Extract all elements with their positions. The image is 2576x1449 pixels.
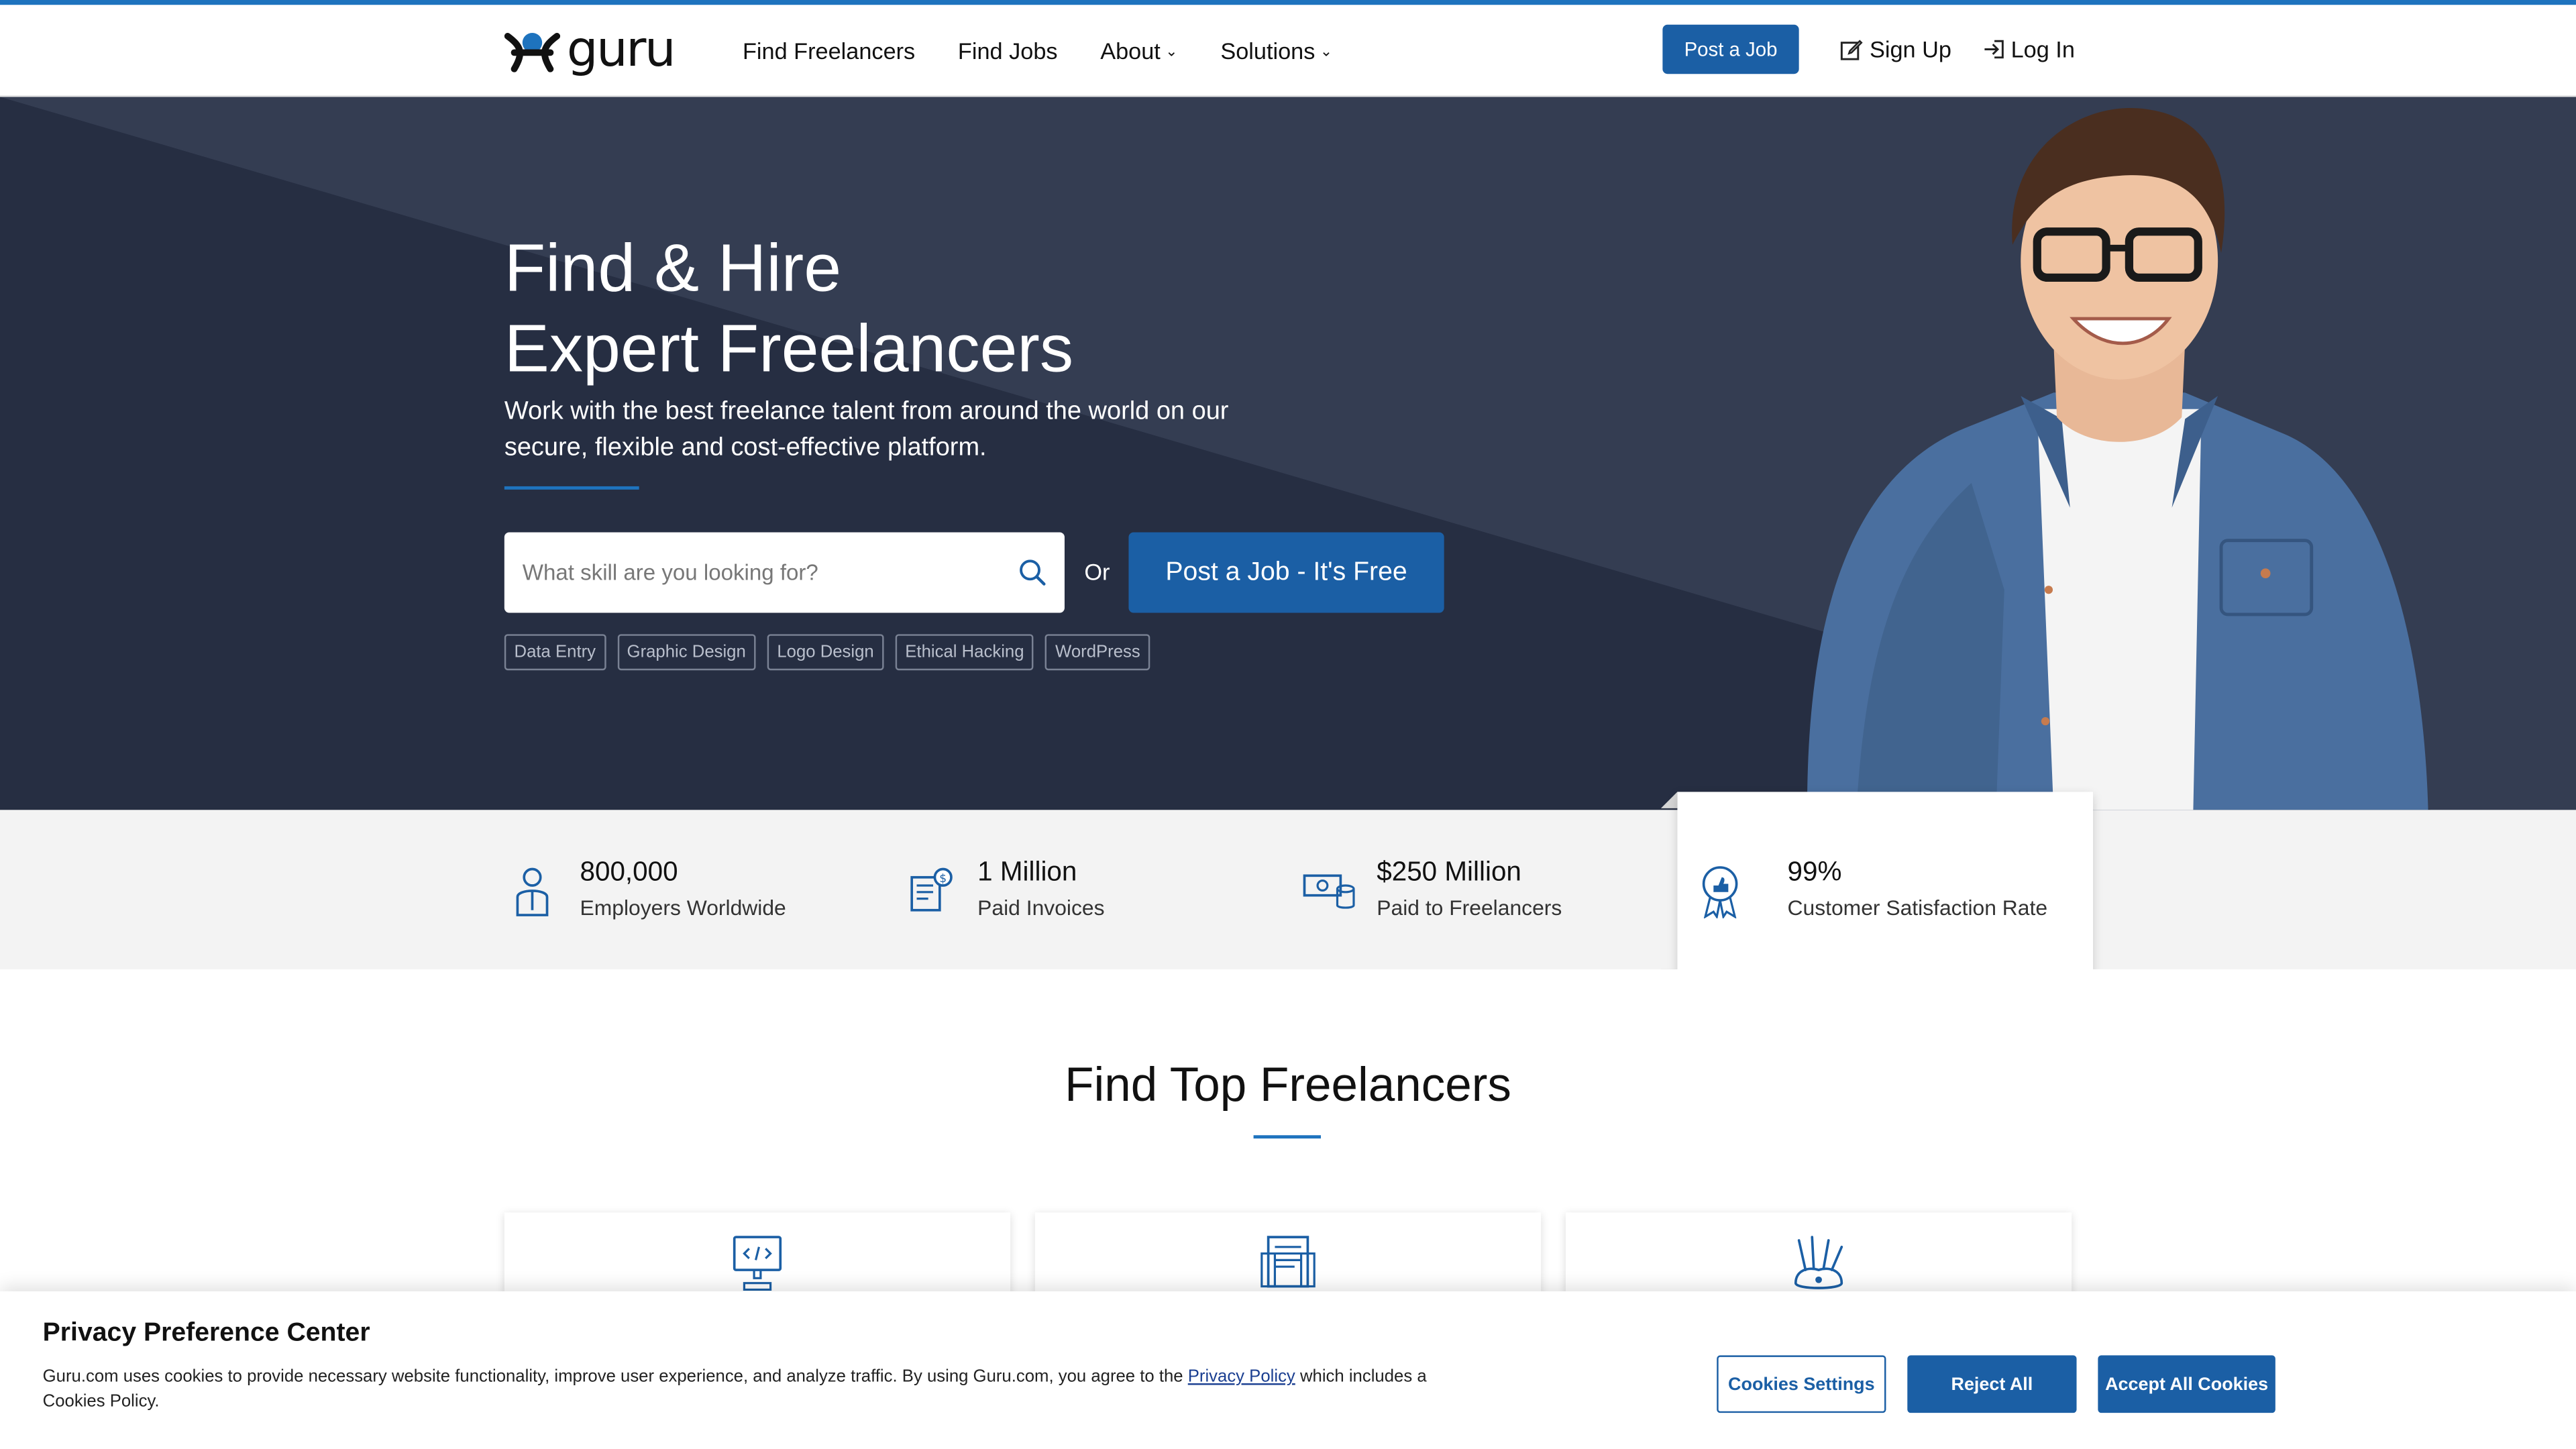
hero-title-line1: Find & Hire — [504, 229, 842, 306]
employer-icon — [504, 862, 560, 918]
award-badge-icon — [1692, 862, 1748, 918]
cookie-banner: Privacy Preference Center Guru.com uses … — [0, 1291, 2576, 1449]
nav-label: Find Jobs — [957, 38, 1058, 64]
cookie-text: Guru.com uses cookies to provide necessa… — [43, 1365, 1440, 1414]
site-header: guru Find Freelancers Find Jobs About ⌄ S… — [0, 5, 2576, 97]
search-icon[interactable] — [999, 532, 1065, 612]
stat-value: $250 Million — [1377, 857, 1521, 887]
chevron-down-icon: ⌄ — [1165, 42, 1178, 58]
cookie-text-part: Guru.com uses cookies to provide necessa… — [42, 1366, 1188, 1387]
edit-icon — [1840, 40, 1863, 60]
stat-label: Paid to Freelancers — [1377, 894, 1562, 920]
reject-all-button[interactable]: Reject All — [1907, 1355, 2077, 1413]
invoice-icon: $ — [902, 862, 958, 918]
card-fold — [1660, 792, 1678, 808]
money-icon — [1301, 862, 1357, 918]
popular-skill-tags: Data Entry Graphic Design Logo Design Et… — [504, 634, 1150, 671]
document-writing-icon — [1260, 1236, 1316, 1288]
post-job-free-button[interactable]: Post a Job - It's Free — [1128, 532, 1444, 613]
guru-logo[interactable]: guru — [504, 21, 676, 79]
skill-tag[interactable]: Data Entry — [504, 634, 606, 671]
svg-text:$: $ — [939, 871, 947, 885]
hero-title-line2: Expert Freelancers — [504, 310, 1074, 386]
stat-value: 1 Million — [977, 857, 1077, 887]
design-tools-icon — [1794, 1236, 1843, 1289]
hero-person-image — [1807, 107, 2428, 810]
skill-tag[interactable]: Ethical Hacking — [895, 634, 1034, 671]
main-nav: Find Freelancers Find Jobs About ⌄ Soluti… — [743, 5, 1332, 97]
login-icon — [1984, 40, 2004, 59]
top-accent-bar — [0, 0, 2576, 5]
stat-value: 99% — [1787, 857, 1842, 887]
chevron-down-icon: ⌄ — [1320, 42, 1333, 58]
skill-search — [504, 532, 1065, 613]
skill-search-input[interactable] — [504, 532, 999, 613]
hero-section: Find & Hire Expert Freelancers Work with… — [0, 97, 2576, 810]
stats-bar: 800,000 Employers Worldwide $ 1 Million … — [0, 792, 2576, 986]
stat-label: Employers Worldwide — [580, 894, 786, 920]
stat-invoices: $ 1 Million Paid Invoices — [902, 810, 1105, 969]
section-title: Find Top Freelancers — [1065, 1059, 1511, 1112]
log-in-label: Log In — [2010, 36, 2075, 63]
skill-tag[interactable]: Logo Design — [767, 634, 884, 671]
stat-label: Paid Invoices — [977, 894, 1105, 920]
hero-divider — [504, 486, 639, 490]
log-in-link[interactable]: Log In — [1983, 25, 2075, 74]
sign-up-label: Sign Up — [1869, 36, 1951, 63]
guru-logo-icon — [504, 32, 561, 72]
section-divider — [1253, 1135, 1321, 1139]
code-monitor-icon — [733, 1236, 782, 1291]
nav-solutions[interactable]: Solutions ⌄ — [1220, 38, 1332, 64]
hero-subtitle: Work with the best freelance talent from… — [504, 397, 1229, 462]
stat-paid: $250 Million Paid to Freelancers — [1301, 810, 1562, 969]
cookies-settings-button[interactable]: Cookies Settings — [1717, 1355, 1886, 1413]
nav-label: About — [1100, 38, 1161, 64]
stat-employers: 800,000 Employers Worldwide — [504, 810, 786, 969]
post-a-job-button[interactable]: Post a Job — [1662, 24, 1799, 74]
stat-value: 800,000 — [580, 857, 678, 887]
stat-satisfaction: 99% Customer Satisfaction Rate — [1692, 810, 2047, 969]
logo-wordmark: guru — [566, 21, 676, 79]
nav-label: Solutions — [1220, 38, 1316, 64]
skill-tag[interactable]: WordPress — [1045, 634, 1150, 671]
hero-title: Find & Hire Expert Freelancers — [504, 228, 1490, 389]
privacy-policy-link[interactable]: Privacy Policy — [1188, 1367, 1295, 1387]
nav-find-jobs[interactable]: Find Jobs — [958, 38, 1058, 64]
page: guru Find Freelancers Find Jobs About ⌄ S… — [0, 0, 2576, 1449]
sign-up-link[interactable]: Sign Up — [1840, 25, 1951, 74]
accept-all-cookies-button[interactable]: Accept All Cookies — [2098, 1355, 2275, 1413]
nav-about[interactable]: About ⌄ — [1100, 38, 1177, 64]
skill-tag[interactable]: Graphic Design — [616, 634, 756, 671]
stat-label: Customer Satisfaction Rate — [1787, 894, 2048, 920]
nav-find-freelancers[interactable]: Find Freelancers — [743, 38, 915, 64]
cookie-title: Privacy Preference Center — [42, 1319, 370, 1348]
or-separator: Or — [1084, 558, 1110, 585]
nav-label: Find Freelancers — [742, 38, 916, 64]
